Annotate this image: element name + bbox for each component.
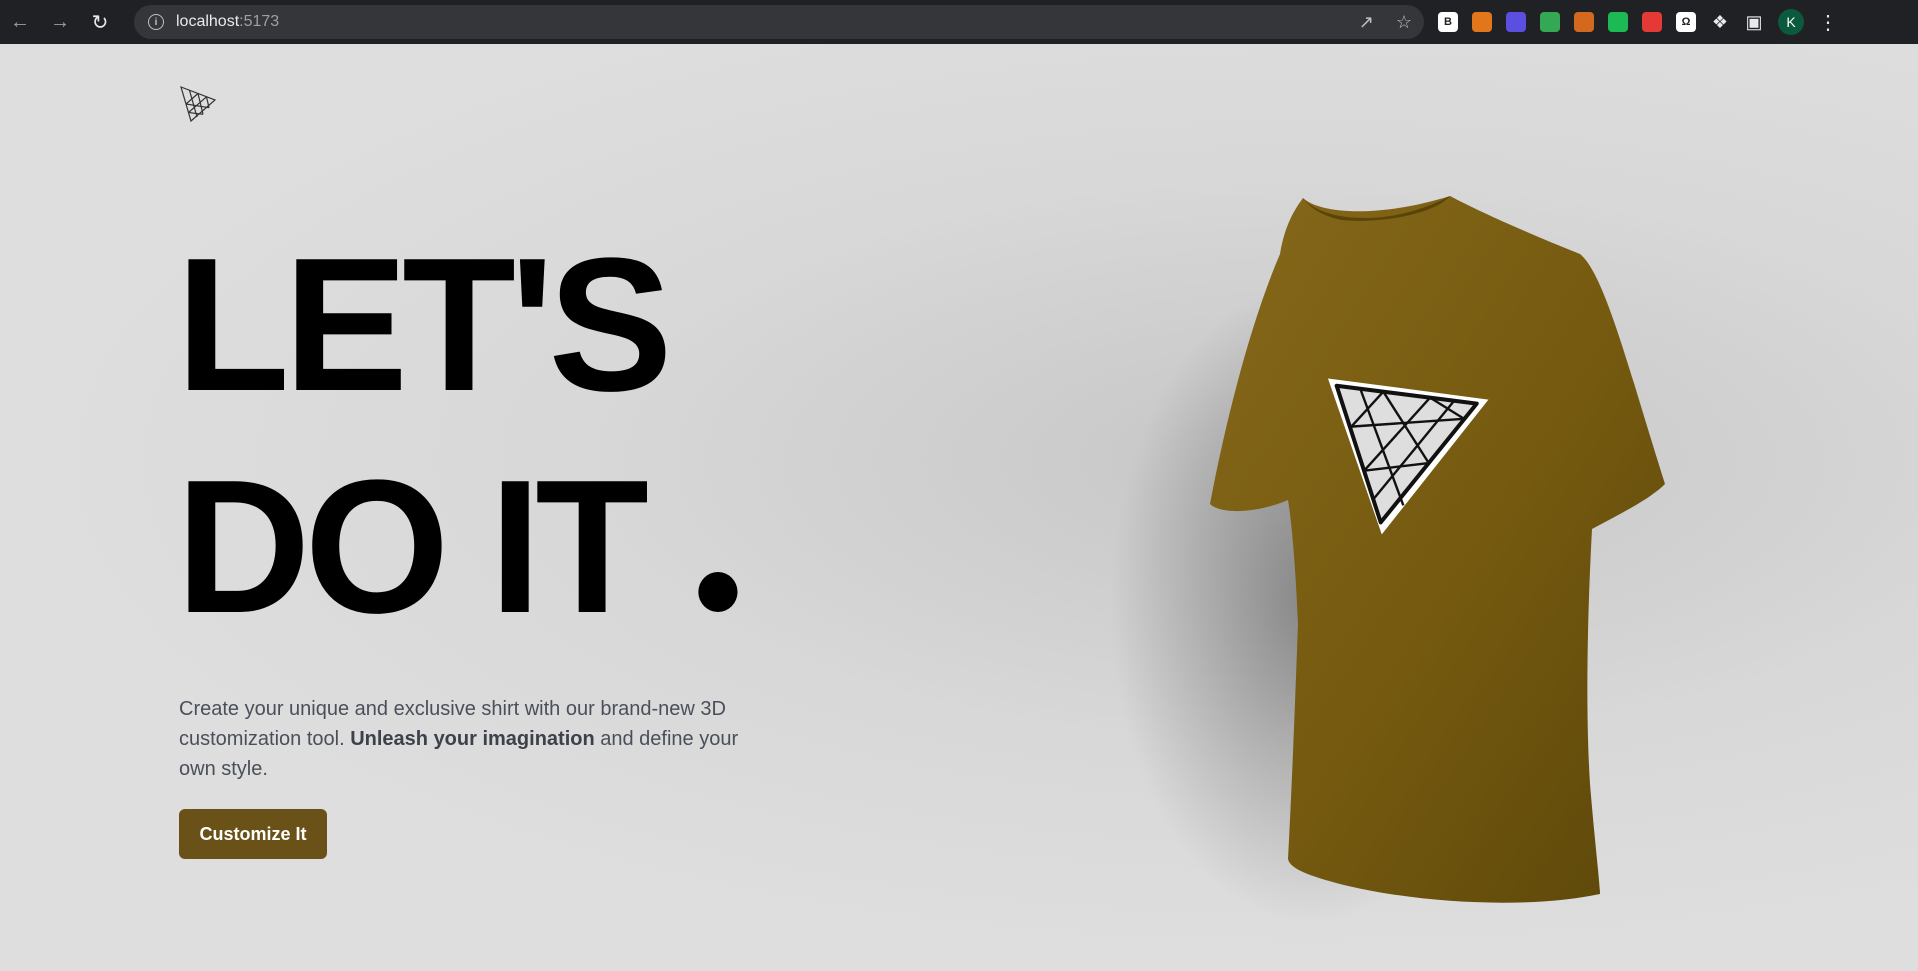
side-panel-icon[interactable]: ▣ [1744, 12, 1764, 33]
profile-avatar[interactable]: K [1778, 9, 1804, 35]
headline-line-1: LET'S [176, 219, 673, 431]
address-url[interactable]: localhost:5173 [176, 13, 279, 31]
extensions-bar: B Ω ❖ ▣ K ⋮ [1438, 0, 1838, 44]
omega-extension-icon[interactable]: Ω [1676, 12, 1696, 32]
site-info-icon[interactable]: i [148, 14, 164, 30]
back-arrow-icon[interactable]: ← [0, 0, 40, 44]
refresh-extension-icon[interactable] [1608, 12, 1628, 32]
share-icon[interactable]: ↗ [1359, 12, 1374, 33]
browser-toolbar: ← → ↻ i localhost:5173 ↗ ☆ B Ω ❖ ▣ K ⋮ [0, 0, 1918, 44]
reload-icon[interactable]: ↻ [80, 0, 120, 44]
forward-arrow-icon[interactable]: → [40, 0, 80, 44]
address-bar[interactable]: i localhost:5173 ↗ ☆ [134, 5, 1424, 39]
tshirt-3d-model[interactable] [1060, 184, 1690, 944]
headline-dot [697, 572, 738, 612]
description-emphasis: Unleash your imagination [350, 728, 595, 750]
extensions-puzzle-icon[interactable]: ❖ [1710, 12, 1730, 33]
browser-menu-icon[interactable]: ⋮ [1818, 10, 1838, 35]
headline-line-2: DO IT [176, 436, 738, 658]
hero-description: Create your unique and exclusive shirt w… [179, 698, 739, 780]
hero-headline: LET'S DO IT [176, 214, 738, 658]
page-content: LET'S DO IT Create your unique and exclu… [0, 44, 1918, 971]
robot-extension-icon[interactable] [1540, 12, 1560, 32]
bookmark-star-icon[interactable]: ☆ [1396, 12, 1412, 33]
cookie-extension-icon[interactable] [1574, 12, 1594, 32]
logo-icon[interactable] [178, 84, 218, 124]
metamask-extension-icon[interactable] [1472, 12, 1492, 32]
b-extension-icon[interactable]: B [1438, 12, 1458, 32]
eye-extension-icon[interactable] [1506, 12, 1526, 32]
red-extension-icon[interactable] [1642, 12, 1662, 32]
customize-button[interactable]: Customize It [179, 809, 327, 859]
